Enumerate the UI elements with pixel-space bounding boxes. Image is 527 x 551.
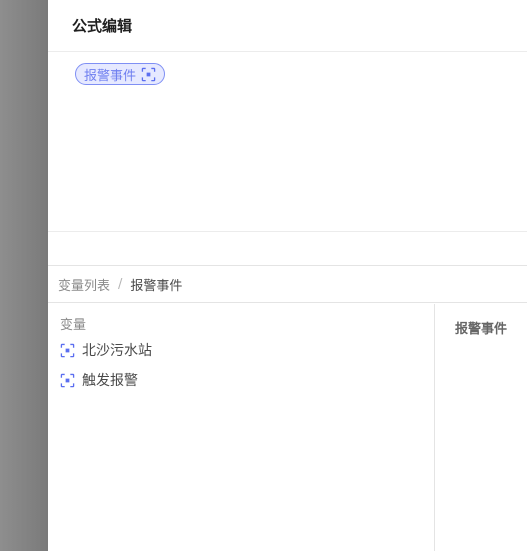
variable-detail: 报警事件 — [435, 304, 527, 551]
list-item-label: 触发报警 — [82, 373, 138, 389]
editor-footer — [48, 232, 527, 266]
detail-title: 报警事件 — [454, 322, 507, 337]
variable-icon — [141, 67, 156, 81]
variable-browser: 变量 北沙污水站 触发报警 报警事件 — [48, 304, 527, 551]
panel-header: 公式编辑 — [48, 0, 527, 52]
panel-title: 公式编辑 — [72, 17, 133, 35]
variable-group-title: 变量 — [60, 318, 87, 333]
breadcrumb-root[interactable]: 变量列表 — [58, 275, 110, 294]
modal-backdrop[interactable] — [0, 0, 48, 551]
breadcrumb-current: 报警事件 — [130, 278, 183, 294]
list-item-label: 北沙污水站 — [82, 343, 152, 359]
breadcrumb-separator: / — [118, 276, 123, 292]
variable-icon — [60, 373, 75, 387]
variable-list: 变量 北沙污水站 触发报警 — [48, 304, 435, 551]
formula-editor-area[interactable]: 报警事件 — [48, 52, 527, 232]
formula-editor-panel: 公式编辑 报警事件 变量列表 / 报警事件 变量 北沙污水站 触发报警 报警事件 — [48, 0, 527, 551]
list-item[interactable]: 触发报警 — [60, 365, 422, 395]
breadcrumb: 变量列表 / 报警事件 — [48, 266, 527, 303]
variable-icon — [60, 343, 75, 357]
list-item[interactable]: 北沙污水站 — [60, 335, 422, 365]
variable-tag-label: 报警事件 — [84, 68, 137, 84]
variable-tag[interactable]: 报警事件 — [75, 63, 166, 85]
